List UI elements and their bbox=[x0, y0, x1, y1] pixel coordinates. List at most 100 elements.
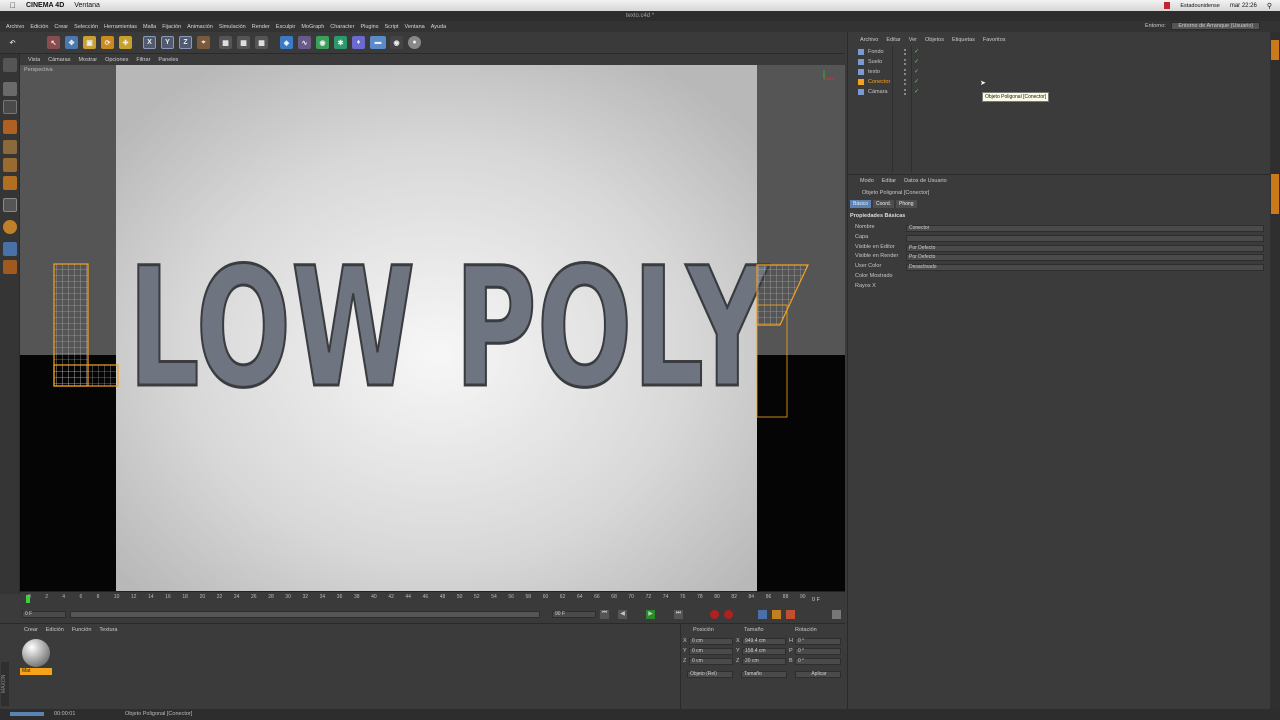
enabled-check-icon[interactable]: ✓ bbox=[914, 68, 919, 75]
light-icon[interactable]: ● bbox=[408, 36, 421, 49]
main-menu-item[interactable]: Esculpir bbox=[276, 24, 296, 30]
main-menu-item[interactable]: Simulación bbox=[219, 24, 246, 30]
locked-workplane-icon[interactable] bbox=[3, 260, 17, 274]
object-menu-item[interactable]: Archivo bbox=[860, 37, 878, 43]
render-view-icon[interactable]: ▦ bbox=[219, 36, 232, 49]
render-settings-icon[interactable]: ▦ bbox=[255, 36, 268, 49]
make-editable-icon[interactable] bbox=[3, 58, 17, 72]
main-menu-item[interactable]: Animación bbox=[187, 24, 213, 30]
material-menu-item[interactable]: Edición bbox=[46, 627, 64, 633]
timeline-ruler[interactable]: 0246810121416182022242628303234363840424… bbox=[20, 594, 845, 604]
viewport[interactable]: LOW POLY Perspectiva bbox=[20, 65, 845, 591]
object-menu-item[interactable]: Objetos bbox=[925, 37, 944, 43]
rotation-field[interactable]: 0 ° bbox=[795, 648, 841, 655]
edges-mode-icon[interactable] bbox=[3, 158, 17, 172]
polygons-mode-icon[interactable] bbox=[3, 176, 17, 190]
rotate-tool-icon[interactable]: ⟳ bbox=[101, 36, 114, 49]
main-menu-item[interactable]: Malla bbox=[143, 24, 156, 30]
main-menu-item[interactable]: Ayuda bbox=[431, 24, 447, 30]
record-icon[interactable] bbox=[1164, 2, 1171, 9]
viewport-menu-item[interactable]: Paneles bbox=[158, 57, 178, 63]
camera-icon[interactable]: ◉ bbox=[390, 36, 403, 49]
size-field[interactable]: 158.4 cm bbox=[742, 648, 786, 655]
object-row[interactable]: Conector ✓ bbox=[850, 77, 919, 86]
attribute-tab[interactable]: Básico bbox=[850, 200, 872, 208]
enabled-check-icon[interactable]: ✓ bbox=[914, 88, 919, 95]
move-tool-icon[interactable]: ✥ bbox=[65, 36, 78, 49]
visibility-dots-icon[interactable] bbox=[904, 78, 908, 85]
end-frame-field[interactable]: 90 F bbox=[552, 611, 596, 618]
attribute-value-field[interactable] bbox=[906, 234, 1264, 242]
playhead[interactable] bbox=[26, 595, 30, 603]
object-menu-item[interactable]: Etiquetas bbox=[952, 37, 975, 43]
enabled-check-icon[interactable]: ✓ bbox=[914, 78, 919, 85]
object-name[interactable]: Cámara bbox=[868, 89, 900, 95]
apply-button[interactable]: Aplicar bbox=[795, 671, 841, 678]
timeline-range-slider[interactable] bbox=[70, 611, 540, 618]
z-axis-icon[interactable]: Z bbox=[179, 36, 192, 49]
material-menu-item[interactable]: Función bbox=[72, 627, 92, 633]
visibility-dots-icon[interactable] bbox=[904, 88, 908, 95]
viewport-menu-item[interactable]: Cámaras bbox=[48, 57, 70, 63]
start-frame-field[interactable]: 0 F bbox=[22, 611, 66, 618]
y-axis-icon[interactable]: Y bbox=[161, 36, 174, 49]
go-to-end-icon[interactable]: ⏭ bbox=[674, 610, 683, 619]
side-tab-attributes[interactable] bbox=[1271, 174, 1279, 214]
layout-dropdown[interactable]: Entorno de Arranque (Usuario) bbox=[1171, 22, 1261, 30]
deformer-icon[interactable]: ♦ bbox=[352, 36, 365, 49]
workplane-icon[interactable] bbox=[3, 120, 17, 134]
array-icon[interactable]: ✱ bbox=[334, 36, 347, 49]
axis-mode-icon[interactable] bbox=[3, 198, 17, 212]
coordinate-system-icon[interactable]: ⌖ bbox=[197, 36, 210, 49]
app-menu[interactable]: CINEMA 4D bbox=[26, 2, 64, 9]
attribute-menu-item[interactable]: Editar bbox=[882, 178, 896, 184]
material-menu-item[interactable]: Crear bbox=[24, 627, 38, 633]
scale-tool-icon[interactable]: ▣ bbox=[83, 36, 96, 49]
main-menu-item[interactable]: Archivo bbox=[6, 24, 24, 30]
object-row[interactable]: texto ✓ bbox=[850, 67, 919, 76]
spline-icon[interactable]: ∿ bbox=[298, 36, 311, 49]
rotation-field[interactable]: 0 ° bbox=[795, 638, 841, 645]
keyframe-position-icon[interactable] bbox=[758, 610, 767, 619]
attribute-value-field[interactable]: Desactivado bbox=[906, 264, 1264, 272]
floor-icon[interactable]: ▬ bbox=[370, 36, 386, 49]
attribute-tab[interactable]: Coord. bbox=[873, 200, 895, 208]
attribute-value-field[interactable]: Por Defecto bbox=[906, 254, 1264, 262]
object-name[interactable]: Fondo bbox=[868, 49, 900, 55]
object-row[interactable]: Cámara ✓ bbox=[850, 87, 919, 96]
attribute-tab[interactable]: Phong bbox=[896, 200, 917, 208]
clock[interactable]: mar 22:26 bbox=[1230, 3, 1257, 9]
play-back-icon[interactable]: ◀ bbox=[618, 610, 627, 619]
spotlight-icon[interactable]: ⚲ bbox=[1267, 2, 1272, 10]
size-field[interactable]: 20 cm bbox=[742, 658, 786, 665]
side-tab-objects[interactable] bbox=[1271, 40, 1279, 60]
render-picture-icon[interactable]: ▦ bbox=[237, 36, 250, 49]
keyframe-rotation-icon[interactable] bbox=[786, 610, 795, 619]
main-menu-item[interactable]: Selección bbox=[74, 24, 98, 30]
attribute-menu-item[interactable]: Datos de Usuario bbox=[904, 178, 947, 184]
coordinate-mode-select[interactable]: Objeto (Rel) bbox=[687, 671, 733, 678]
keyboard-layout[interactable]: Estadounidense bbox=[1180, 3, 1219, 9]
object-menu-item[interactable]: Favoritos bbox=[983, 37, 1006, 43]
material-name[interactable]: Mat bbox=[20, 668, 52, 675]
window-menu[interactable]: Ventana bbox=[74, 2, 100, 9]
main-menu-item[interactable]: Crear bbox=[54, 24, 68, 30]
cube-primitive-icon[interactable]: ◆ bbox=[280, 36, 293, 49]
viewport-menu-item[interactable]: Opciones bbox=[105, 57, 128, 63]
nurbs-icon[interactable]: ◉ bbox=[316, 36, 329, 49]
visibility-dots-icon[interactable] bbox=[904, 58, 908, 65]
last-tool-icon[interactable]: ✚ bbox=[119, 36, 132, 49]
material-menu-item[interactable]: Textura bbox=[99, 627, 117, 633]
viewport-menu-item[interactable]: Filtrar bbox=[136, 57, 150, 63]
enabled-check-icon[interactable]: ✓ bbox=[914, 48, 919, 55]
rotation-field[interactable]: 0 ° bbox=[795, 658, 841, 665]
tweak-mode-icon[interactable] bbox=[3, 220, 17, 234]
object-name[interactable]: Conector bbox=[868, 79, 900, 85]
attribute-menu-item[interactable]: Modo bbox=[860, 178, 874, 184]
size-field[interactable]: 949.4 cm bbox=[742, 638, 786, 645]
attribute-value-field[interactable]: Conector bbox=[906, 225, 1264, 232]
main-menu-item[interactable]: Character bbox=[330, 24, 354, 30]
main-menu-item[interactable]: Script bbox=[384, 24, 398, 30]
object-name[interactable]: Suelo bbox=[868, 59, 900, 65]
select-tool-icon[interactable]: ↖ bbox=[47, 36, 60, 49]
